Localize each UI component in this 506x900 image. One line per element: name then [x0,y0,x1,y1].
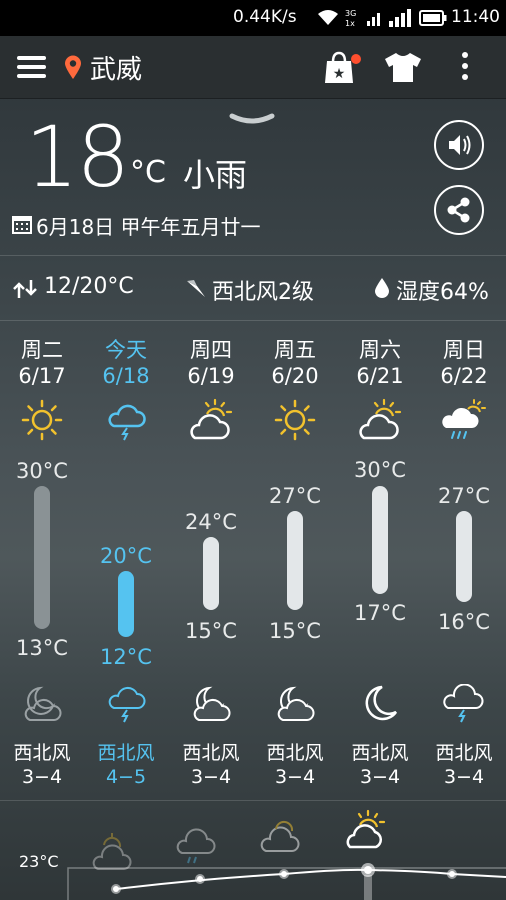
night-cloudy-icon [24,686,62,721]
temp-range-bar [118,571,134,637]
day-label: 周日 [443,338,485,362]
wind-level: 3−4 [443,766,485,788]
low-temp: 15°C [269,619,321,643]
temp-range-bar [34,486,50,629]
wind-level: 3−4 [21,766,63,788]
wind-direction: 西北风 [97,742,155,764]
date-label: 6/19 [187,364,235,388]
low-temp: 16°C [438,610,490,634]
partly-cloudy-icon [359,398,402,440]
low-temp: 15°C [185,619,237,643]
divider [0,800,506,801]
temp-range-bar [456,511,472,602]
temp-range-bar [203,537,219,610]
wind-direction: 西北风 [182,742,240,764]
temp-range-bar [372,486,388,594]
wind-direction: 西北风 [13,742,71,764]
day-label: 周四 [190,338,232,362]
day-label: 今天 [105,338,147,362]
day-label: 周五 [274,338,316,362]
night-cloudy-icon [277,686,315,721]
wind-level: 4−5 [105,766,147,788]
rain-thunder-icon [443,684,484,723]
high-temp: 27°C [438,484,490,508]
wind-direction: 西北风 [351,742,409,764]
temp-range-bar [287,511,303,610]
low-temp: 13°C [16,636,68,660]
rain-thunder-icon [108,686,146,723]
day-label: 周六 [359,338,401,362]
wind-direction: 西北风 [435,742,493,764]
wind-level: 3−4 [190,766,232,788]
wind-level: 3−4 [359,766,401,788]
low-temp: 12°C [100,645,152,669]
high-temp: 24°C [185,510,237,534]
low-temp: 17°C [354,601,406,625]
rain-thunder-icon [108,404,146,441]
date-label: 6/21 [356,364,404,388]
date-label: 6/22 [440,364,488,388]
high-temp: 30°C [16,459,68,483]
wind-level: 3−4 [274,766,316,788]
moon-icon [365,685,398,721]
sunny-icon [21,399,63,441]
date-label: 6/18 [102,364,150,388]
high-temp: 30°C [354,458,406,482]
day-label: 周二 [21,338,63,362]
partly-cloudy-icon [190,398,233,440]
high-temp: 20°C [100,544,152,568]
wind-direction: 西北风 [266,742,324,764]
night-cloudy-icon [193,686,231,721]
sun-shower-icon [442,399,486,439]
date-label: 6/20 [271,364,319,388]
forecast-panel[interactable]: 周二 6/17 30°C 13°C 西北风 3−4 今天 6/18 20°C 1… [0,0,506,900]
high-temp: 27°C [269,484,321,508]
hourly-graph[interactable] [0,805,506,900]
sunny-icon [274,399,316,441]
date-label: 6/17 [18,364,66,388]
